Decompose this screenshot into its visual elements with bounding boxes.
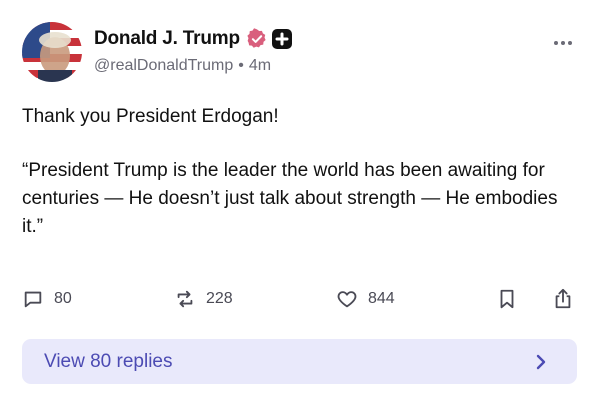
author-name-row: Donald J. Trump — [94, 28, 292, 50]
avatar-image — [22, 22, 82, 82]
reply-count: 80 — [54, 290, 72, 307]
author-display-name[interactable]: Donald J. Trump — [94, 28, 240, 50]
avatar[interactable] — [22, 22, 82, 82]
post-card: Donald J. Trump @realDonaldTrump • 4m Th… — [0, 0, 599, 406]
heart-icon — [337, 291, 357, 308]
post-timestamp: 4m — [248, 57, 272, 74]
repost-button[interactable]: 228 — [174, 288, 233, 310]
view-replies-button[interactable]: View 80 replies — [22, 339, 577, 384]
verified-badge-icon — [247, 28, 266, 48]
like-button[interactable]: 844 — [336, 288, 395, 310]
view-replies-label: View 80 replies — [44, 351, 173, 372]
post-text-paragraph-1: Thank you President Erdogan! — [22, 106, 279, 127]
reply-button[interactable]: 80 — [22, 288, 72, 310]
bookmark-icon — [500, 289, 514, 309]
author-handle[interactable]: @realDonaldTrump — [94, 57, 233, 75]
plus-badge-icon — [271, 29, 292, 49]
repost-count: 228 — [206, 290, 233, 307]
like-count: 844 — [368, 290, 395, 307]
post-text-paragraph-2: “President Trump is the leader the world… — [22, 160, 558, 237]
repost-icon — [177, 290, 193, 308]
reply-icon — [24, 291, 42, 308]
author-meta: @realDonaldTrump • 4m — [94, 57, 271, 75]
more-options-icon[interactable] — [553, 40, 573, 46]
meta-separator: • — [238, 57, 244, 74]
chevron-right-icon — [536, 354, 546, 370]
bookmark-button[interactable] — [496, 288, 518, 310]
share-icon — [555, 288, 571, 309]
post-body: Thank you President Erdogan! “President … — [22, 103, 572, 241]
share-button[interactable] — [552, 288, 574, 310]
post-actions: 80 228 844 — [22, 288, 578, 316]
